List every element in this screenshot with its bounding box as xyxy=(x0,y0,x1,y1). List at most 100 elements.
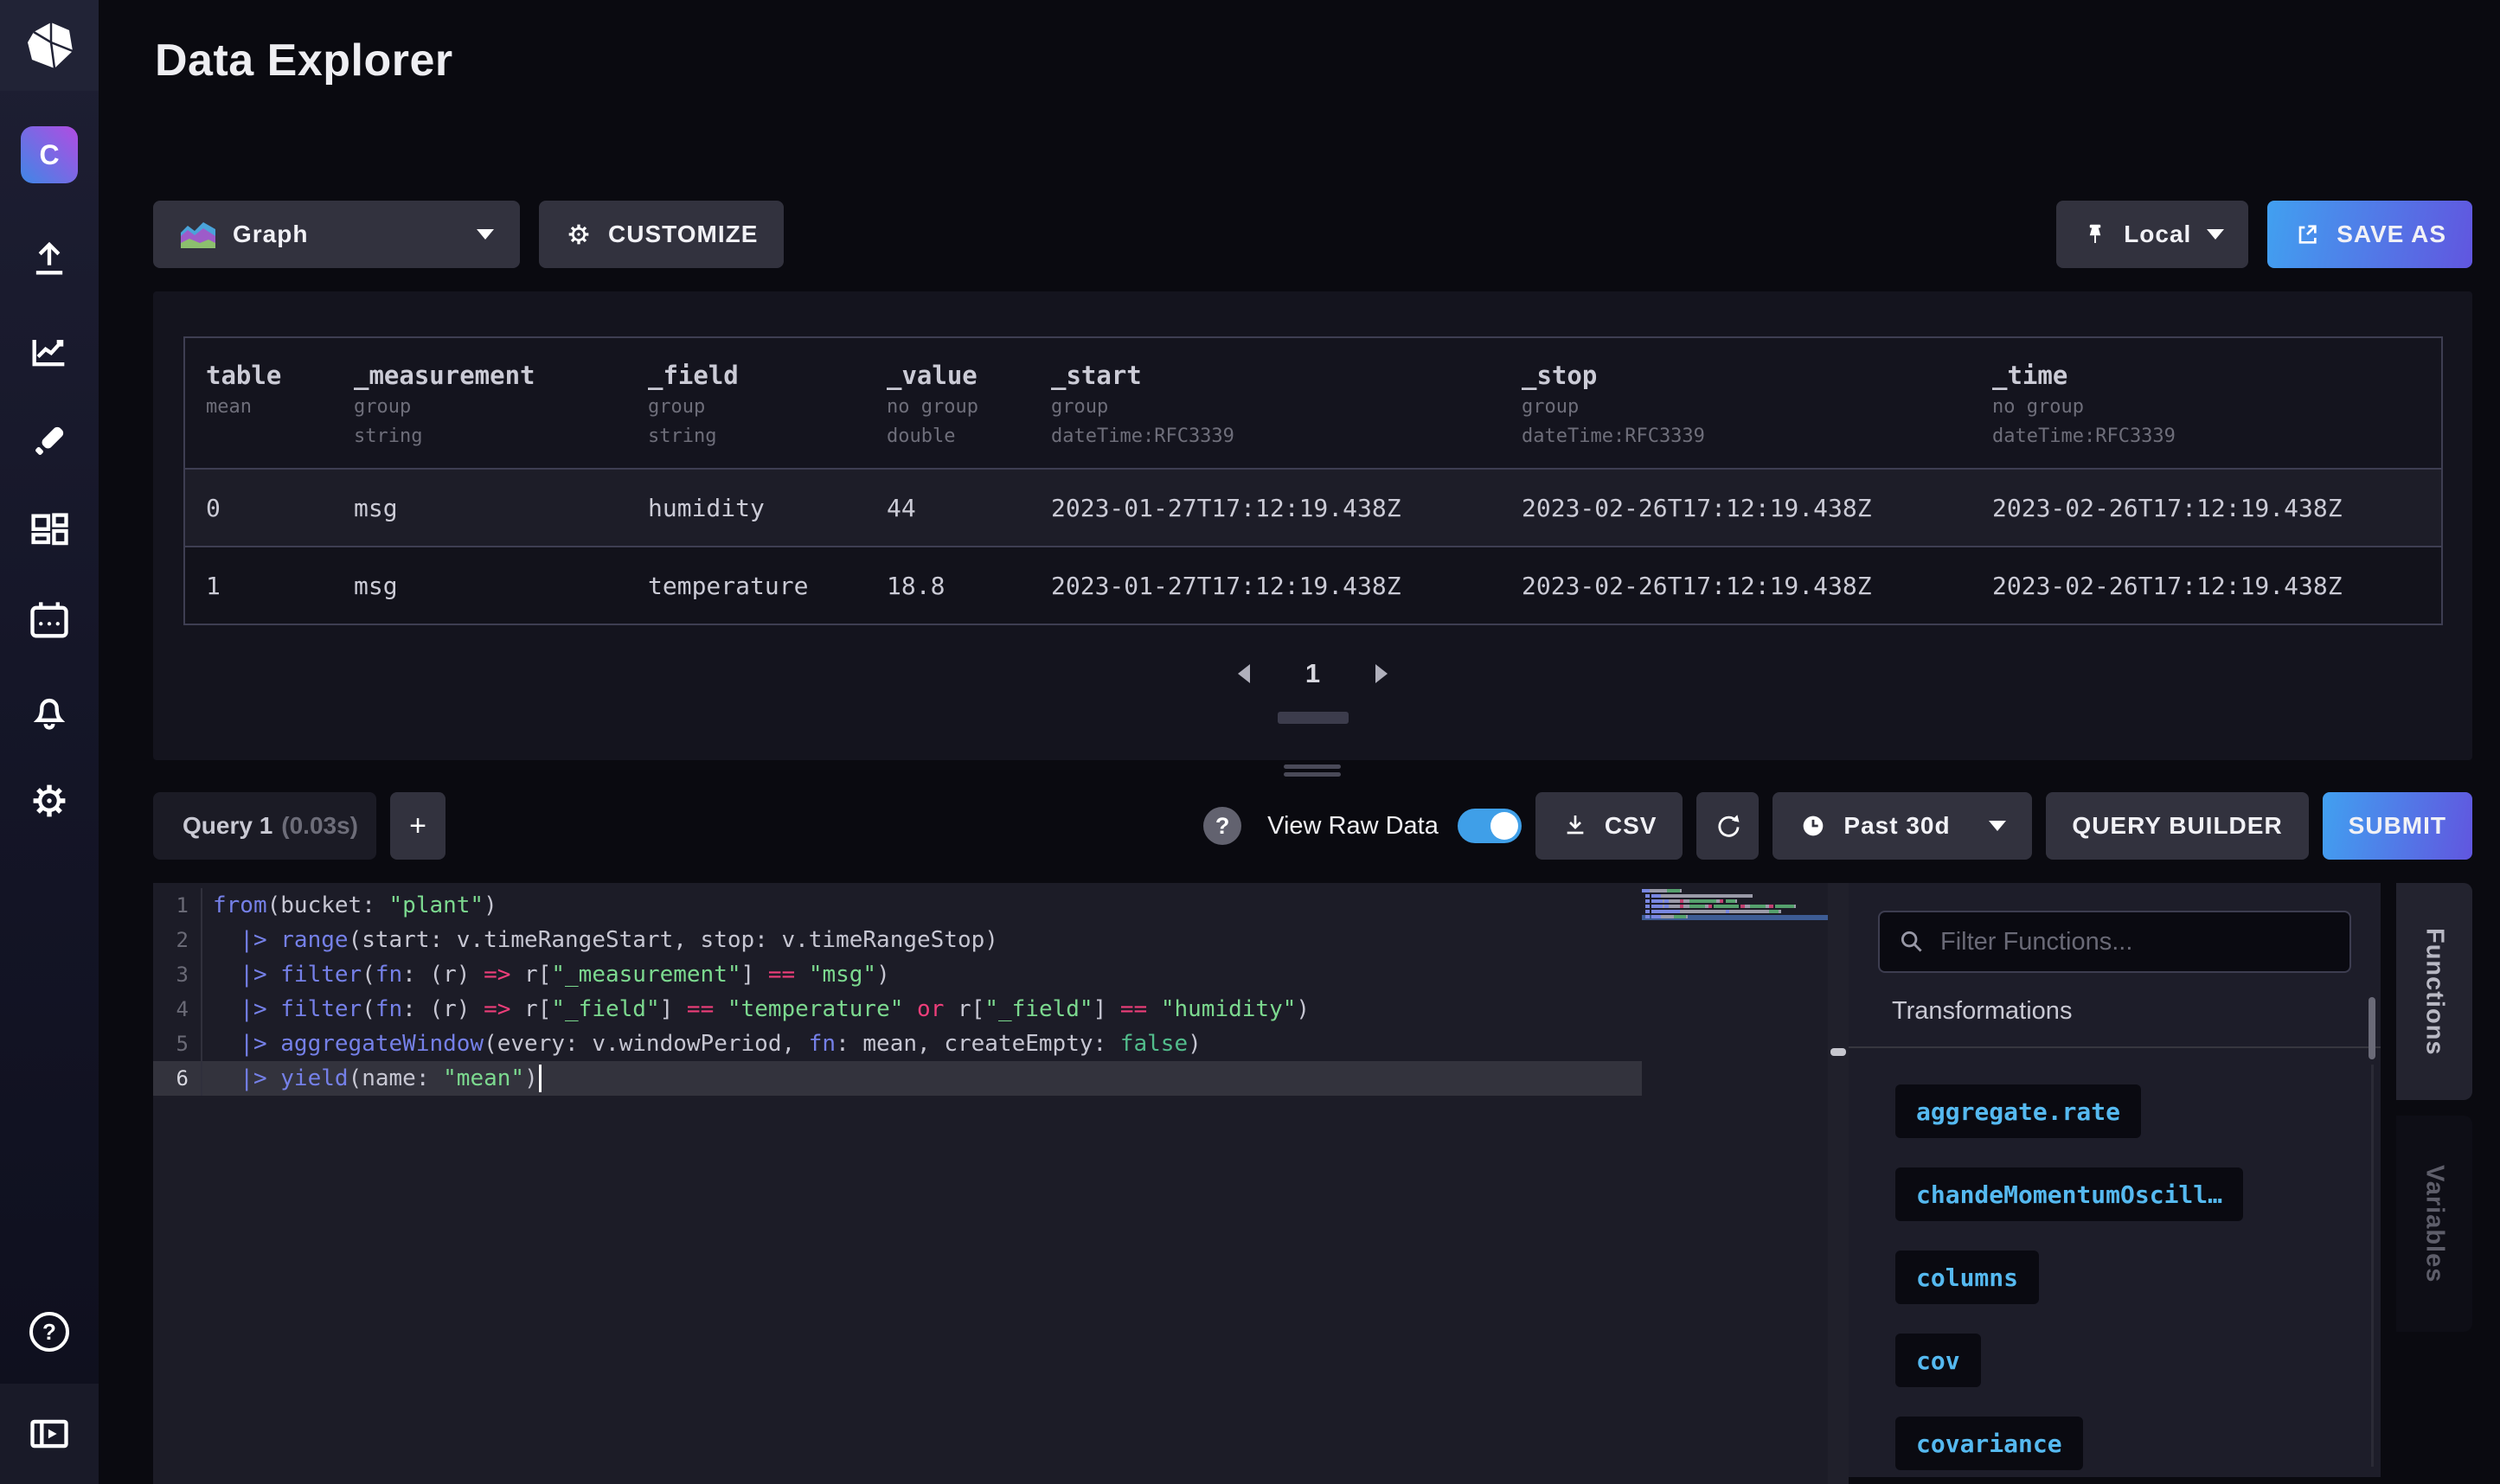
dashboards-grid-icon xyxy=(27,509,72,553)
view-type-dropdown[interactable]: Graph xyxy=(153,201,520,268)
editor-minimap[interactable] xyxy=(1642,883,1828,1484)
query-tab[interactable]: Query 1 (0.03s) xyxy=(153,792,376,860)
minimap-line xyxy=(1642,899,1828,903)
gear-icon xyxy=(565,221,593,248)
sidebar-item-help[interactable]: ? xyxy=(0,1308,99,1356)
csv-label: CSV xyxy=(1605,812,1657,840)
table-horizontal-scrollbar[interactable] xyxy=(1278,712,1349,724)
code-text: |> yield(name: "mean") xyxy=(201,1061,542,1096)
line-number: 2 xyxy=(153,928,201,952)
editor-panel-divider[interactable] xyxy=(1828,883,1849,1484)
sidebar-expand-section[interactable] xyxy=(0,1384,99,1484)
org-avatar[interactable]: C xyxy=(21,126,78,183)
code-text: from(bucket: "plant") xyxy=(201,888,497,923)
query-toolbar: Query 1 (0.03s) + ? View Raw Data CSV xyxy=(153,792,2472,860)
view-raw-data-label: View Raw Data xyxy=(1267,812,1439,841)
functions-panel: Transformations aggregate.rate chandeMom… xyxy=(1849,883,2381,1477)
clock-icon xyxy=(1798,811,1828,841)
transformations-section-label: Transformations xyxy=(1892,997,2381,1026)
download-icon xyxy=(1561,812,1589,840)
influxdb-cubo-icon xyxy=(22,20,77,72)
code-text: |> aggregateWindow(every: v.windowPeriod… xyxy=(201,1027,1202,1061)
chevron-down-icon xyxy=(2207,229,2224,240)
code-lines[interactable]: 1 from(bucket: "plant") 2 |> range(start… xyxy=(153,888,1642,1096)
sidebar-item-alerts[interactable] xyxy=(0,687,99,735)
submit-button[interactable]: SUBMIT xyxy=(2323,792,2472,860)
next-page-icon[interactable] xyxy=(1375,664,1388,683)
sidebar: C xyxy=(0,0,99,1484)
table-header-cell: table mean xyxy=(185,338,333,468)
view-toolbar: Graph CUSTOMIZE Local xyxy=(153,201,2472,268)
function-chip[interactable]: aggregate.rate xyxy=(1895,1084,2141,1138)
query-builder-label: QUERY BUILDER xyxy=(2072,812,2282,840)
query-builder-button[interactable]: QUERY BUILDER xyxy=(2046,792,2308,860)
raw-data-help-icon[interactable]: ? xyxy=(1203,807,1241,845)
function-list-scroll-thumb[interactable] xyxy=(2369,997,2375,1059)
table-header-row: table mean _measurement group string _fi… xyxy=(185,338,2441,468)
code-line[interactable]: 4 |> filter(fn: (r) => r["_field"] == "t… xyxy=(153,992,1642,1027)
code-line[interactable]: 3 |> filter(fn: (r) => r["_measurement"]… xyxy=(153,957,1642,992)
code-line[interactable]: 6 |> yield(name: "mean") xyxy=(153,1061,1642,1096)
graph-icon xyxy=(27,329,72,374)
sidebar-item-data-explorer[interactable] xyxy=(0,327,99,375)
line-number: 3 xyxy=(153,963,201,987)
refresh-button[interactable] xyxy=(1696,792,1759,860)
refresh-icon xyxy=(1713,811,1742,841)
table-header-cell: _time no group dateTime:RFC3339 xyxy=(1971,338,2441,468)
code-text: |> filter(fn: (r) => r["_field"] == "tem… xyxy=(201,992,1310,1027)
scope-label: Local xyxy=(2124,221,2191,248)
minimap-line xyxy=(1642,910,1828,913)
section-divider xyxy=(1849,1046,2381,1048)
scope-dropdown[interactable]: Local xyxy=(2056,201,2248,268)
toggle-knob xyxy=(1490,812,1518,840)
customize-button[interactable]: CUSTOMIZE xyxy=(539,201,784,268)
flux-editor[interactable]: 1 from(bucket: "plant") 2 |> range(start… xyxy=(153,883,1828,1484)
minimap-line xyxy=(1642,889,1828,892)
save-as-button[interactable]: SAVE AS xyxy=(2267,201,2472,268)
add-query-button[interactable]: + xyxy=(390,792,446,860)
function-chip[interactable]: chandeMomentumOscill… xyxy=(1895,1167,2243,1221)
table-row: 0 msg humidity 44 2023-01-27T17:12:19.43… xyxy=(185,468,2441,546)
function-chip[interactable]: cov xyxy=(1895,1334,1981,1387)
raw-data-table: table mean _measurement group string _fi… xyxy=(183,336,2443,625)
code-line[interactable]: 1 from(bucket: "plant") xyxy=(153,888,1642,923)
csv-download-button[interactable]: CSV xyxy=(1535,792,1683,860)
expand-sidebar-icon xyxy=(27,1411,72,1456)
influxdb-logo[interactable] xyxy=(0,0,99,91)
pencil-icon xyxy=(27,419,72,464)
customize-label: CUSTOMIZE xyxy=(608,221,758,248)
sidebar-item-upload[interactable] xyxy=(0,233,99,282)
filter-functions-search[interactable] xyxy=(1878,911,2351,973)
sidebar-item-settings[interactable] xyxy=(0,777,99,825)
divider-grip xyxy=(1830,1048,1846,1056)
submit-label: SUBMIT xyxy=(2349,812,2446,840)
export-icon xyxy=(2293,221,2321,248)
view-raw-data-toggle[interactable] xyxy=(1458,809,1522,843)
tab-variables[interactable]: Variables xyxy=(2396,1116,2472,1332)
table-header-cell: _field group string xyxy=(627,338,866,468)
line-number: 4 xyxy=(153,997,201,1021)
function-chip[interactable]: covariance xyxy=(1895,1417,2083,1470)
time-range-dropdown[interactable]: Past 30d xyxy=(1772,792,2032,860)
query-tab-duration: (0.03s) xyxy=(281,812,358,840)
line-number: 1 xyxy=(153,893,201,918)
code-text: |> filter(fn: (r) => r["_measurement"] =… xyxy=(201,957,890,992)
area-chart-icon xyxy=(179,219,217,250)
code-line[interactable]: 5 |> aggregateWindow(every: v.windowPeri… xyxy=(153,1027,1642,1061)
sidebar-item-notebooks[interactable] xyxy=(0,417,99,465)
minimap-line xyxy=(1642,894,1828,898)
tab-functions[interactable]: Functions xyxy=(2396,883,2472,1100)
prev-page-icon[interactable] xyxy=(1238,664,1250,683)
raw-data-panel: table mean _measurement group string _fi… xyxy=(153,291,2472,760)
filter-functions-input[interactable] xyxy=(1940,928,2332,956)
panel-resize-handle[interactable] xyxy=(1284,764,1341,780)
code-line[interactable]: 2 |> range(start: v.timeRangeStart, stop… xyxy=(153,923,1642,957)
bell-icon xyxy=(27,688,72,733)
line-number: 5 xyxy=(153,1032,201,1056)
function-list-scroll-track xyxy=(2371,1065,2374,1467)
minimap-line xyxy=(1642,905,1828,908)
function-chip[interactable]: columns xyxy=(1895,1251,2039,1304)
sidebar-item-tasks[interactable] xyxy=(0,597,99,645)
sidebar-item-dashboards[interactable] xyxy=(0,507,99,555)
table-header-cell: _value no group double xyxy=(866,338,1030,468)
